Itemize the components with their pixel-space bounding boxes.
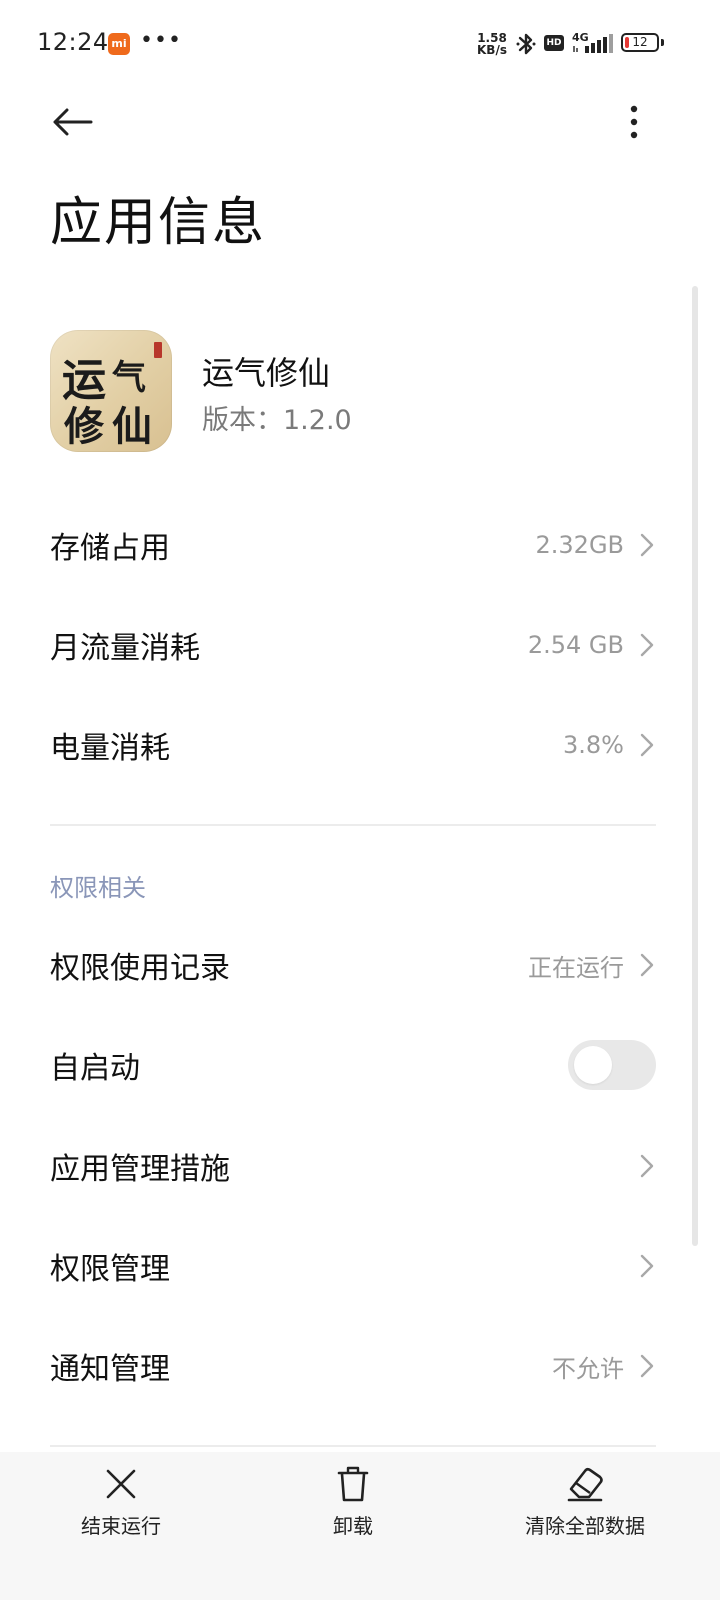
- row-monthly-data[interactable]: 月流量消耗 2.54 GB: [50, 595, 656, 695]
- app-icon: 运 气 修 仙: [50, 330, 172, 452]
- uninstall-button[interactable]: 卸载: [253, 1464, 453, 1554]
- hd-voice-icon: HD: [544, 35, 564, 51]
- signal-strength-icon: [572, 34, 616, 58]
- row-permission-management[interactable]: 权限管理: [50, 1216, 656, 1316]
- arrow-left-icon: [53, 108, 93, 136]
- row-value: 正在运行: [528, 953, 624, 982]
- app-name: 运气修仙: [202, 354, 331, 392]
- network-speed-unit: KB/s: [477, 43, 507, 57]
- row-label: 通知管理: [50, 1352, 170, 1387]
- row-label: 电量消耗: [50, 731, 170, 766]
- clear-all-data-button[interactable]: 清除全部数据: [485, 1464, 685, 1554]
- eraser-icon: [565, 1464, 605, 1504]
- more-notifications-icon: •••: [140, 28, 182, 53]
- bluetooth-icon: [515, 31, 537, 61]
- status-bar: 12:24 mi ••• 1.58 KB/s HD 4G 12: [0, 0, 720, 88]
- chevron-right-icon: [638, 531, 656, 559]
- more-vertical-icon: [630, 105, 638, 139]
- app-icon-char: 仙: [112, 403, 152, 450]
- row-label: 存储占用: [50, 531, 170, 566]
- section-divider: [50, 824, 656, 826]
- force-stop-button[interactable]: 结束运行: [21, 1464, 221, 1554]
- row-autostart: 自启动: [50, 1015, 656, 1115]
- network-speed: 1.58 KB/s: [477, 32, 507, 56]
- chevron-right-icon: [638, 731, 656, 759]
- app-icon-char: 修: [64, 403, 104, 450]
- red-seal-stamp: [154, 342, 162, 358]
- row-value: 2.54 GB: [527, 631, 624, 659]
- app-version: 版本：1.2.0: [202, 405, 352, 436]
- row-label: 应用管理措施: [50, 1152, 230, 1187]
- chevron-right-icon: [638, 631, 656, 659]
- app-icon-char: 气: [112, 358, 146, 398]
- row-value: 2.32GB: [535, 531, 625, 559]
- chevron-right-icon: [638, 1152, 656, 1180]
- trash-icon: [333, 1464, 373, 1504]
- row-label: 月流量消耗: [50, 631, 200, 666]
- row-notification-management[interactable]: 通知管理 不允许: [50, 1316, 656, 1416]
- mi-app-icon: mi: [108, 33, 130, 55]
- row-label: 权限管理: [50, 1252, 170, 1287]
- back-button[interactable]: [46, 100, 98, 144]
- battery-percentage: 12: [632, 35, 648, 49]
- autostart-toggle[interactable]: [568, 1040, 656, 1090]
- close-icon: [101, 1464, 141, 1504]
- section-divider: [50, 1445, 656, 1447]
- bottom-action-bar: 结束运行 卸载 清除全部数据: [0, 1452, 720, 1600]
- scrollbar[interactable]: [692, 286, 698, 1246]
- section-title-permissions: 权限相关: [50, 874, 146, 902]
- page-title: 应用信息: [50, 193, 267, 253]
- row-label: 自启动: [50, 1051, 140, 1086]
- status-time: 12:24: [37, 28, 109, 56]
- row-value: 3.8%: [563, 731, 624, 759]
- more-options-button[interactable]: [612, 98, 656, 146]
- row-battery-usage[interactable]: 电量消耗 3.8%: [50, 695, 656, 795]
- action-label: 清除全部数据: [525, 1514, 645, 1538]
- row-app-management-measures[interactable]: 应用管理措施: [50, 1116, 656, 1216]
- app-icon-calligraphy: 运 气 修 仙: [60, 340, 162, 450]
- row-storage[interactable]: 存储占用 2.32GB: [50, 495, 656, 595]
- row-value: 不允许: [552, 1354, 624, 1383]
- chevron-right-icon: [638, 1352, 656, 1380]
- battery-icon: 12: [621, 33, 659, 52]
- row-label: 权限使用记录: [50, 951, 230, 986]
- chevron-right-icon: [638, 1252, 656, 1280]
- chevron-right-icon: [638, 951, 656, 979]
- toggle-knob: [574, 1046, 612, 1084]
- battery-terminal: [661, 39, 664, 46]
- action-label: 卸载: [333, 1514, 373, 1538]
- row-permission-usage-history[interactable]: 权限使用记录 正在运行: [50, 915, 656, 1015]
- action-label: 结束运行: [81, 1514, 161, 1538]
